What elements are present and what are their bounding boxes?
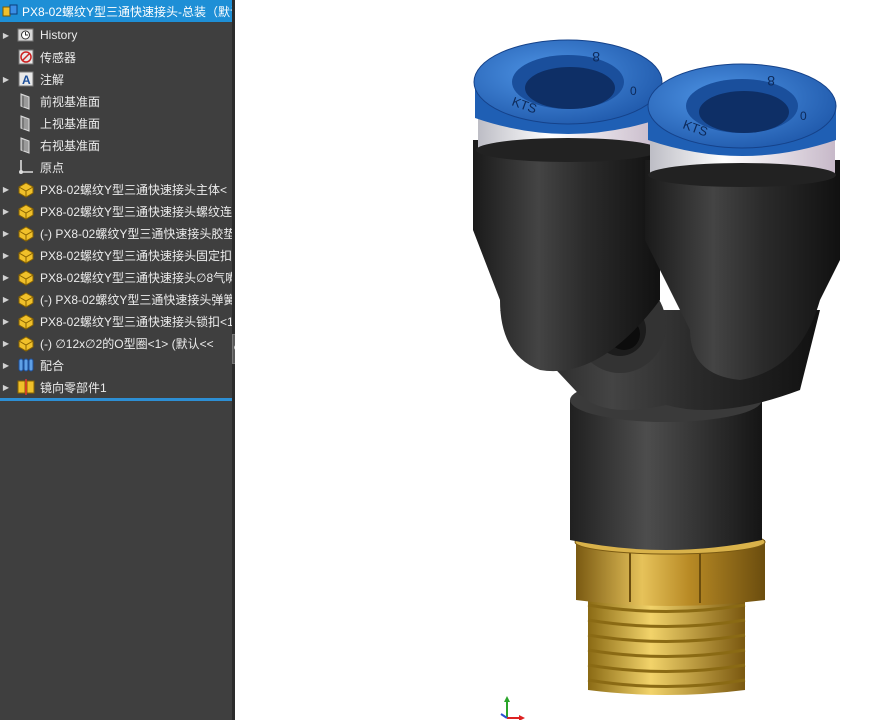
tree-item-label: 上视基准面	[40, 116, 101, 131]
tree-item[interactable]: 右视基准面	[0, 134, 232, 156]
tree-item-label: 右视基准面	[40, 138, 101, 153]
expand-arrow-icon[interactable]: ▶	[0, 75, 12, 84]
tree-item[interactable]: ▶ 镜向零部件1	[0, 376, 232, 398]
left-release-collet: KTS 8 0	[473, 39, 663, 134]
tree-item[interactable]: ▶ PX8-02螺纹Y型三通快速接头锁扣<1>	[0, 310, 232, 332]
right-cap-size: 8	[767, 73, 775, 89]
expand-arrow-icon[interactable]: ▶	[0, 31, 12, 40]
feature-manager-tree: PX8-02螺纹Y型三通快速接头-总装（默认 ▶ History 传感器 ▶ A 注解前视…	[0, 0, 232, 720]
assembly-icon	[2, 4, 18, 17]
view-triad-icon[interactable]	[497, 694, 537, 720]
tree-item[interactable]: ▶ (-) ∅12x∅2的O型圈<1> (默认<<	[0, 332, 232, 354]
tree-item[interactable]: ▶ PX8-02螺纹Y型三通快速接头螺纹连接	[0, 200, 232, 222]
tree-item-label: 注解	[40, 72, 65, 87]
part-icon	[17, 202, 35, 220]
left-cap-size: 8	[592, 49, 600, 65]
tree-item-label: History	[40, 28, 78, 42]
sensor-icon	[17, 48, 35, 66]
expand-arrow-icon[interactable]: ▶	[0, 229, 12, 238]
mates-icon	[17, 356, 35, 374]
tree-item[interactable]: ▶ (-) PX8-02螺纹Y型三通快速接头胶垫	[0, 222, 232, 244]
expand-arrow-icon[interactable]: ▶	[0, 273, 12, 282]
tree-item-label: PX8-02螺纹Y型三通快速接头∅8气嘴<	[40, 270, 232, 285]
expand-arrow-icon[interactable]: ▶	[0, 317, 12, 326]
tree-item[interactable]: 原点	[0, 156, 232, 178]
tree-item-label: 配合	[40, 358, 65, 373]
expand-arrow-icon[interactable]: ▶	[0, 185, 12, 194]
expand-arrow-icon[interactable]: ▶	[0, 295, 12, 304]
tree-item[interactable]: 前视基准面	[0, 90, 232, 112]
part-icon	[17, 224, 35, 242]
assembly-root-item[interactable]: PX8-02螺纹Y型三通快速接头-总装（默认	[0, 0, 232, 22]
expand-arrow-icon[interactable]: ▶	[0, 361, 12, 370]
tree-item-label: PX8-02螺纹Y型三通快速接头锁扣<1>	[40, 314, 232, 329]
tree-item-label: PX8-02螺纹Y型三通快速接头固定扣<	[40, 248, 232, 263]
tree-item-label: (-) PX8-02螺纹Y型三通快速接头胶垫	[40, 226, 232, 241]
tree-item-label: 原点	[40, 160, 65, 175]
tree-rollback-bar[interactable]	[0, 398, 232, 401]
part-icon	[17, 180, 35, 198]
tree-item-label: 传感器	[40, 50, 77, 65]
left-branch	[473, 110, 660, 372]
part-icon	[17, 312, 35, 330]
plane-icon	[17, 136, 35, 154]
tree-item-label: 前视基准面	[40, 94, 101, 109]
tree-item[interactable]: ▶ 配合	[0, 354, 232, 376]
tree-item-label: (-) PX8-02螺纹Y型三通快速接头弹簧	[40, 292, 232, 307]
tree-item-label: (-) ∅12x∅2的O型圈<1> (默认<<	[40, 336, 214, 351]
graphics-area[interactable]: KTS 8 0 KTS 8 0	[235, 0, 872, 720]
right-cap-zero: 0	[800, 109, 807, 123]
history-icon	[17, 26, 35, 44]
assembly-title: PX8-02螺纹Y型三通快速接头-总装（默认	[22, 4, 232, 19]
expand-arrow-icon[interactable]: ▶	[0, 383, 12, 392]
expand-arrow-icon[interactable]: ▶	[0, 251, 12, 260]
origin-icon	[17, 158, 35, 176]
tree-item[interactable]: 传感器	[0, 46, 232, 68]
expand-arrow-icon[interactable]: ▶	[0, 207, 12, 216]
tree-item[interactable]: ▶ History	[0, 24, 232, 46]
tree-item[interactable]: ▶ (-) PX8-02螺纹Y型三通快速接头弹簧	[0, 288, 232, 310]
svg-text:A: A	[22, 73, 31, 87]
brass-thread	[587, 595, 746, 695]
plane-icon	[17, 114, 35, 132]
expand-arrow-icon[interactable]: ▶	[0, 339, 12, 348]
tree-item-label: 镜向零部件1	[40, 380, 107, 395]
part-icon	[17, 246, 35, 264]
tree-item-label: PX8-02螺纹Y型三通快速接头主体<	[40, 182, 228, 197]
right-release-collet: KTS 8 0	[647, 63, 837, 156]
tree-item[interactable]: ▶ A 注解	[0, 68, 232, 90]
part-icon	[17, 334, 35, 352]
annotation-icon: A	[17, 70, 35, 88]
left-cap-zero: 0	[630, 84, 637, 98]
tree-item[interactable]: ▶ PX8-02螺纹Y型三通快速接头主体<	[0, 178, 232, 200]
tree-item[interactable]: ▶ PX8-02螺纹Y型三通快速接头固定扣<	[0, 244, 232, 266]
part-icon	[17, 290, 35, 308]
y-connector-model: KTS 8 0 KTS 8 0	[473, 39, 840, 695]
tree-item[interactable]: 上视基准面	[0, 112, 232, 134]
tree-item-label: PX8-02螺纹Y型三通快速接头螺纹连接	[40, 204, 232, 219]
plane-icon	[17, 92, 35, 110]
tree-item[interactable]: ▶ PX8-02螺纹Y型三通快速接头∅8气嘴<	[0, 266, 232, 288]
part-icon	[17, 268, 35, 286]
mirror-component-icon	[17, 378, 35, 396]
